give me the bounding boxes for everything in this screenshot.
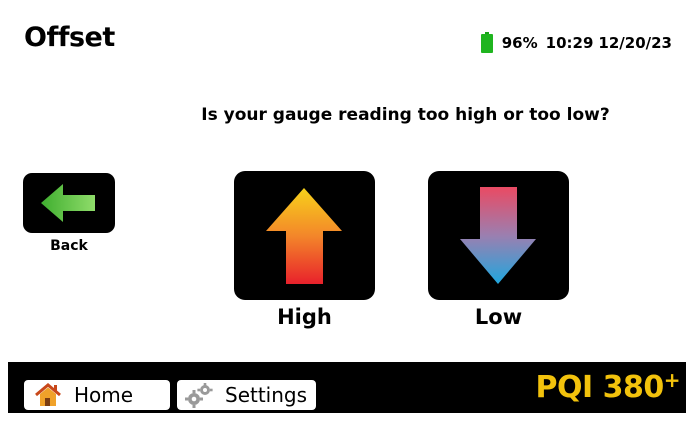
brand-superscript: + xyxy=(663,368,681,392)
question-text: Is your gauge reading too high or too lo… xyxy=(201,105,610,125)
left-arrow-icon xyxy=(41,184,95,222)
home-label: Home xyxy=(74,383,134,407)
brand-logo: PQI 380+ xyxy=(535,368,681,405)
high-label: High xyxy=(277,305,332,329)
gears-icon xyxy=(183,382,215,408)
back-button[interactable] xyxy=(23,173,115,233)
clock-date: 12/20/23 xyxy=(598,33,672,52)
home-button[interactable]: Home xyxy=(24,380,170,410)
down-arrow-icon xyxy=(460,187,536,284)
footer-bar: Home Settings PQI 380+ xyxy=(8,362,686,413)
up-arrow-icon xyxy=(266,188,342,284)
low-button[interactable] xyxy=(428,171,569,300)
low-label: Low xyxy=(474,305,523,329)
battery-percent: 96% xyxy=(501,33,538,52)
status-bar: 96% 10:29 12/20/23 xyxy=(480,32,672,53)
page-title: Offset xyxy=(24,22,115,53)
brand-text: PQI 380 xyxy=(535,370,665,405)
home-icon xyxy=(32,382,64,408)
settings-button[interactable]: Settings xyxy=(177,380,316,410)
settings-label: Settings xyxy=(225,383,308,407)
back-label: Back xyxy=(50,238,88,254)
clock-time: 10:29 xyxy=(545,33,594,52)
high-button[interactable] xyxy=(234,171,375,300)
battery-icon xyxy=(480,32,493,53)
